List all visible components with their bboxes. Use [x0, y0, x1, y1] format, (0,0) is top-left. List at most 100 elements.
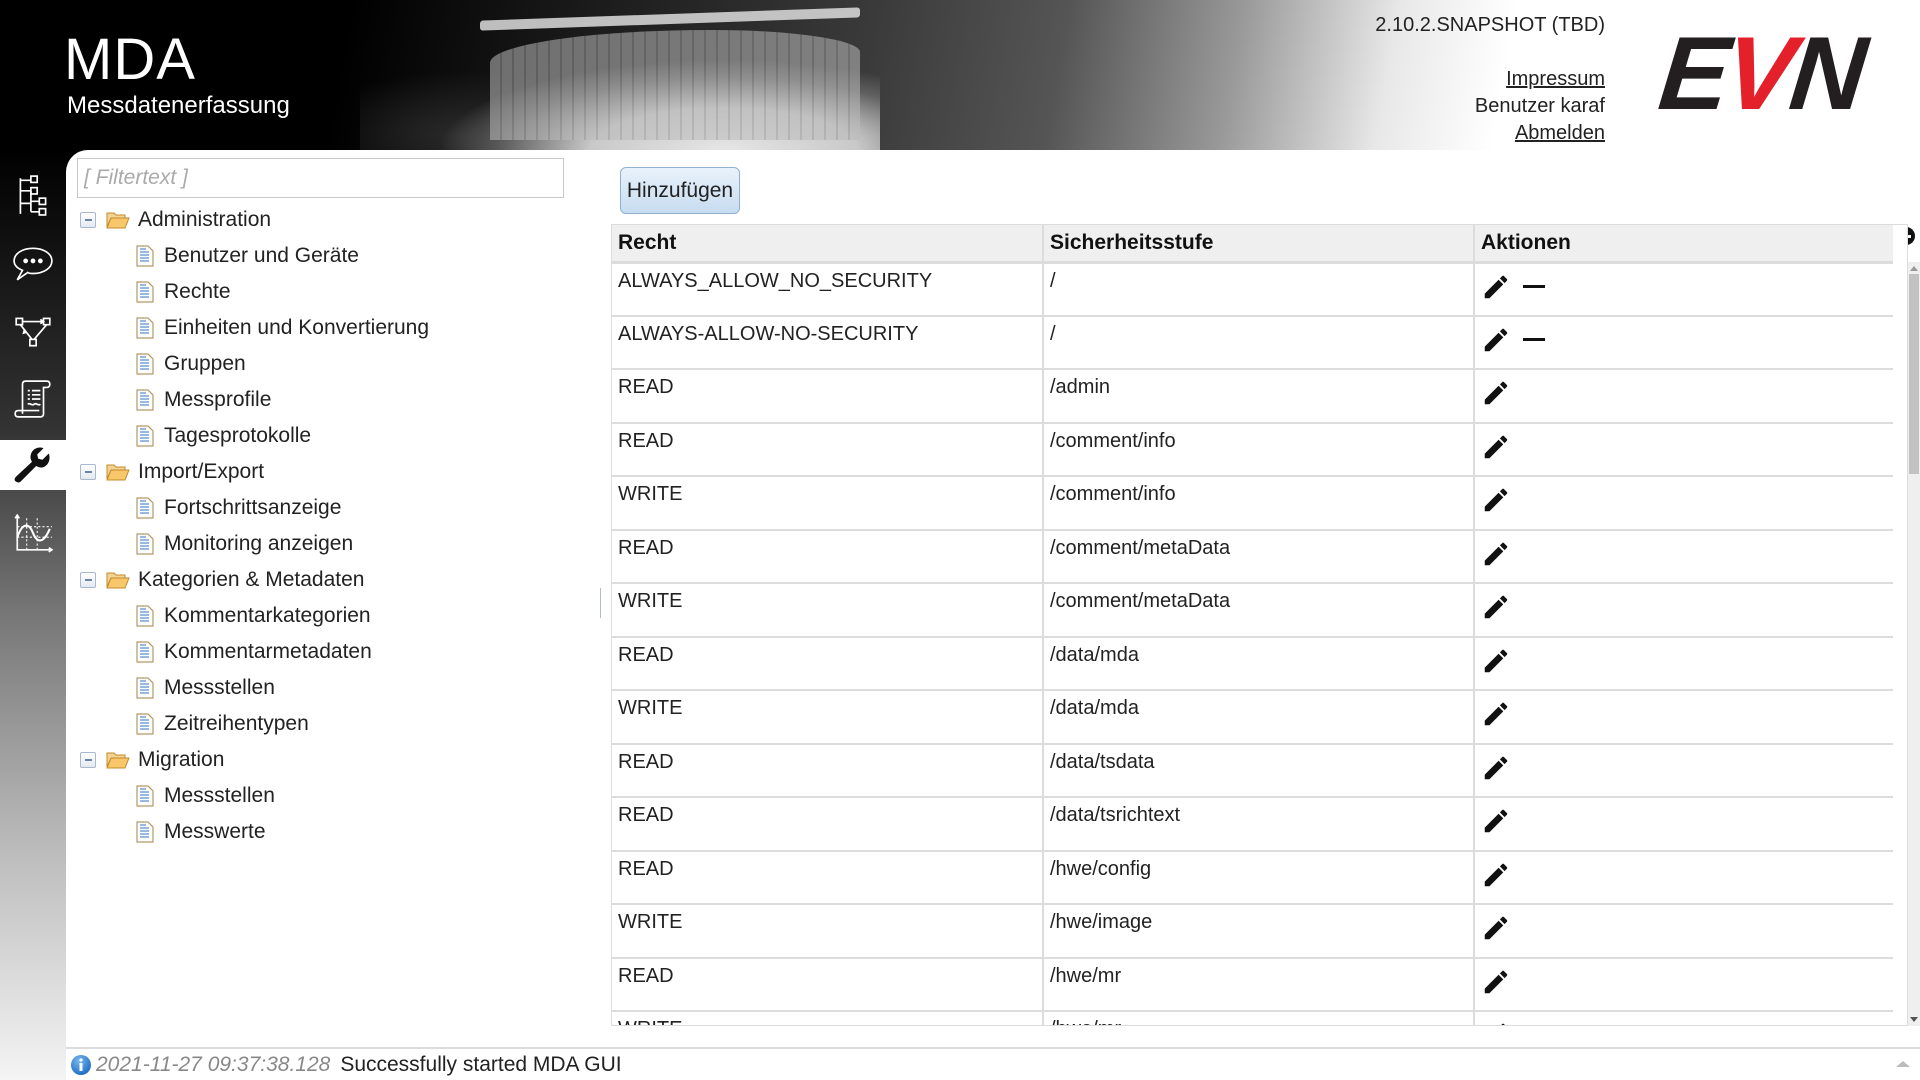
- edit-button[interactable]: [1481, 592, 1511, 622]
- collapse-toggle-icon[interactable]: [80, 464, 96, 480]
- table-row[interactable]: READ/comment/info: [612, 422, 1893, 477]
- page-icon: [136, 533, 154, 555]
- column-header-aktionen[interactable]: Aktionen: [1474, 225, 1893, 264]
- rail-button-workflow[interactable]: [0, 298, 66, 364]
- tree-item[interactable]: Messprofile: [80, 382, 580, 418]
- table-row[interactable]: WRITE/comment/metaData: [612, 583, 1893, 638]
- logo-letter-n: N: [1784, 16, 1868, 132]
- tree-item[interactable]: Monitoring anzeigen: [80, 526, 580, 562]
- cell-sicherheitsstufe: /data/mda: [1043, 636, 1475, 691]
- column-header-recht[interactable]: Recht: [612, 225, 1044, 264]
- tree-item[interactable]: Einheiten und Konvertierung: [80, 310, 580, 346]
- table-row[interactable]: WRITE/comment/info: [612, 476, 1893, 531]
- tree-item[interactable]: Fortschrittsanzeige: [80, 490, 580, 526]
- cell-recht: WRITE: [612, 1011, 1044, 1025]
- status-expand-icon[interactable]: [1896, 1061, 1910, 1067]
- tree-item[interactable]: Rechte: [80, 274, 580, 310]
- tree-item[interactable]: Messwerte: [80, 814, 580, 850]
- edit-button[interactable]: [1481, 485, 1511, 515]
- page-icon: [136, 821, 154, 843]
- cell-sicherheitsstufe: /admin: [1043, 369, 1475, 424]
- tree-filter-input[interactable]: [77, 158, 564, 198]
- collapse-toggle-icon[interactable]: [80, 752, 96, 768]
- tree-item[interactable]: Gruppen: [80, 346, 580, 382]
- rail-button-hierarchy[interactable]: [0, 162, 66, 228]
- tree-item[interactable]: Messstellen: [80, 670, 580, 706]
- scroll-up-arrow-icon[interactable]: [1910, 266, 1918, 271]
- table-row[interactable]: WRITE/data/mda: [612, 690, 1893, 745]
- scrollbar-thumb[interactable]: [1909, 274, 1919, 474]
- evn-logo: EVN: [1654, 16, 1895, 132]
- cell-aktionen: [1474, 957, 1893, 1012]
- collapse-toggle-icon[interactable]: [80, 572, 96, 588]
- table-row[interactable]: READ/data/mda: [612, 636, 1893, 691]
- rail-button-comments[interactable]: [0, 230, 66, 296]
- cell-aktionen: [1474, 636, 1893, 691]
- tree-group[interactable]: Migration: [80, 742, 580, 778]
- edit-button[interactable]: [1481, 539, 1511, 569]
- current-user-label: Benutzer karaf: [1474, 95, 1605, 117]
- tree-item[interactable]: Messstellen: [80, 778, 580, 814]
- table-row[interactable]: READ/hwe/config: [612, 850, 1893, 905]
- page-icon: [136, 281, 154, 303]
- edit-button[interactable]: [1481, 432, 1511, 462]
- rail-button-protocol[interactable]: [0, 366, 66, 432]
- table-row[interactable]: ALWAYS_ALLOW_NO_SECURITY /: [612, 262, 1893, 317]
- delete-button[interactable]: [1521, 285, 1545, 288]
- tree-item[interactable]: Kommentarmetadaten: [80, 634, 580, 670]
- cell-recht: ALWAYS-ALLOW-NO-SECURITY: [612, 315, 1044, 370]
- edit-button[interactable]: [1481, 699, 1511, 729]
- edit-button[interactable]: [1481, 806, 1511, 836]
- row-actions: [1481, 804, 1887, 836]
- table-scrollbar[interactable]: [1908, 262, 1920, 1026]
- cell-aktionen: [1474, 1011, 1893, 1025]
- edit-button[interactable]: [1481, 1020, 1511, 1025]
- table-row[interactable]: READ/data/tsdata: [612, 743, 1893, 798]
- table-row[interactable]: READ/hwe/mr: [612, 957, 1893, 1012]
- impressum-link[interactable]: Impressum: [1475, 66, 1605, 93]
- cell-sicherheitsstufe: /data/mda: [1043, 690, 1475, 745]
- edit-pencil-icon: [1484, 381, 1508, 405]
- tree-item[interactable]: Benutzer und Geräte: [80, 238, 580, 274]
- tree-item[interactable]: Kommentarkategorien: [80, 598, 580, 634]
- cell-sicherheitsstufe: /comment/info: [1043, 422, 1475, 477]
- tree-group[interactable]: Administration: [80, 202, 580, 238]
- wrench-icon: [14, 447, 50, 483]
- edit-button[interactable]: [1481, 272, 1511, 302]
- status-message: Successfully started MDA GUI: [340, 1052, 622, 1076]
- column-header-sicherheitsstufe[interactable]: Sicherheitsstufe: [1043, 225, 1475, 264]
- table-row[interactable]: WRITE/hwe/mr: [612, 1011, 1893, 1025]
- edit-button[interactable]: [1481, 378, 1511, 408]
- edit-button[interactable]: [1481, 913, 1511, 943]
- tree-item[interactable]: Tagesprotokolle: [80, 418, 580, 454]
- rail-button-administration[interactable]: [0, 440, 66, 490]
- edit-button[interactable]: [1481, 325, 1511, 355]
- scroll-document-icon: [14, 380, 51, 418]
- cell-recht: WRITE: [612, 690, 1044, 745]
- collapse-toggle-icon[interactable]: [80, 212, 96, 228]
- table-row[interactable]: READ/data/tsrichtext: [612, 797, 1893, 852]
- scroll-down-arrow-icon[interactable]: [1910, 1017, 1918, 1022]
- delete-button[interactable]: [1521, 338, 1545, 341]
- tree-item-label: Monitoring anzeigen: [164, 532, 354, 555]
- table-row[interactable]: READ/admin: [612, 369, 1893, 424]
- edit-button[interactable]: [1481, 646, 1511, 676]
- row-actions: [1481, 751, 1887, 783]
- edit-button[interactable]: [1481, 967, 1511, 997]
- tree-item[interactable]: Zeitreihentypen: [80, 706, 580, 742]
- cell-aktionen: [1474, 583, 1893, 638]
- page-icon: [136, 353, 154, 375]
- add-button[interactable]: Hinzufügen: [620, 167, 740, 214]
- tree-group[interactable]: Kategorien & Metadaten: [80, 562, 580, 598]
- rail-button-charts[interactable]: [0, 500, 66, 566]
- logout-link[interactable]: Abmelden: [1475, 120, 1605, 147]
- cell-sicherheitsstufe: /comment/metaData: [1043, 529, 1475, 584]
- panel-splitter[interactable]: [600, 588, 601, 618]
- tree-group[interactable]: Import/Export: [80, 454, 580, 490]
- table-row[interactable]: ALWAYS-ALLOW-NO-SECURITY /: [612, 315, 1893, 370]
- table-row[interactable]: READ/comment/metaData: [612, 529, 1893, 584]
- edit-button[interactable]: [1481, 753, 1511, 783]
- folder-open-icon: [106, 464, 130, 481]
- table-row[interactable]: WRITE/hwe/image: [612, 904, 1893, 959]
- edit-button[interactable]: [1481, 860, 1511, 890]
